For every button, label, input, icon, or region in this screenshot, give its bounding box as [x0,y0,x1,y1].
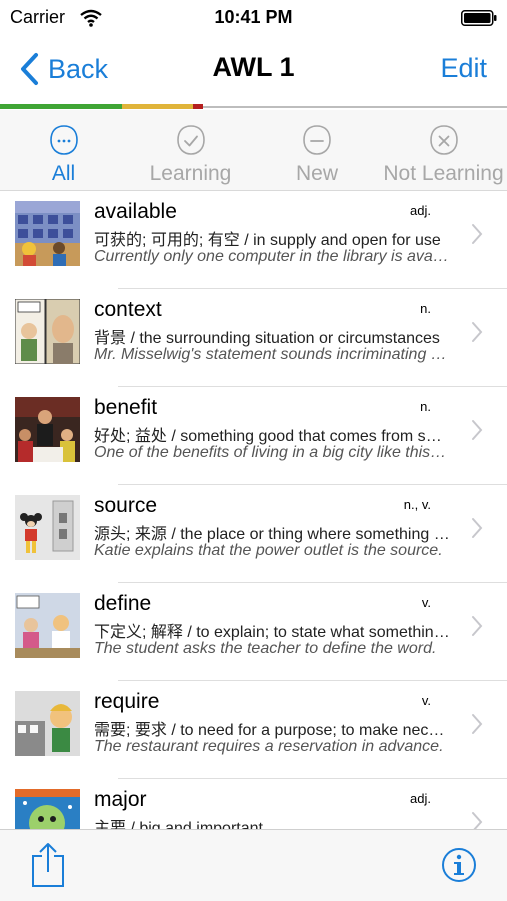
chevron-right-icon [472,714,483,734]
chevron-right-icon [472,812,483,829]
cartoon-restaurant-image [15,691,80,756]
progress-learned-segment [0,104,122,109]
part-of-speech: n., v. [403,497,431,512]
share-icon[interactable] [30,842,66,888]
word-example: Mr. Misselwig's statement sounds incrimi… [94,346,450,363]
chevron-right-icon [472,616,483,636]
bottom-toolbar [0,829,507,901]
progress-bar [0,102,507,110]
filter-tab-label: Learning [149,162,232,185]
part-of-speech: v. [421,693,431,708]
list-item[interactable]: benefit n. 好处; 益处 / something good that … [0,387,507,485]
word-meaning: 好处; 益处 / something good that comes from … [94,428,450,445]
word-meaning: 背景 / the surrounding situation or circum… [94,330,440,347]
word-meaning: 可获的; 可用的; 有空 / in supply and open for us… [94,232,441,249]
word-title: benefit [94,396,158,419]
filter-tab-learning[interactable]: Learning [127,110,254,190]
check-circle-face-icon [176,125,205,155]
word-example: Katie explains that the power outlet is … [94,542,443,559]
neutral-face-icon [49,125,78,155]
info-icon[interactable] [441,847,477,883]
classroom-computers-image [15,201,80,266]
comic-panel-image [15,299,80,364]
word-title: define [94,592,152,615]
filter-tab-all[interactable]: All [0,110,127,190]
chevron-right-icon [472,224,483,244]
filter-tab-not-learning[interactable]: Not Learning [380,110,507,190]
clock: 10:41 PM [214,7,293,27]
progress-not-learning-segment [193,104,203,109]
filter-tab-label: All [51,162,76,185]
list-item[interactable]: require v. 需要; 要求 / to need for a purpos… [0,681,507,779]
part-of-speech: adj. [410,791,431,806]
status-bar: Carrier 10:41 PM [0,0,507,36]
word-example: One of the benefits of living in a big c… [94,444,450,461]
classroom-question-image [15,593,80,658]
battery-icon [461,10,497,26]
word-title: context [94,298,162,321]
progress-learning-segment [122,104,193,109]
word-meaning: 主要 / big and important [94,820,263,829]
restaurant-scene-image [15,397,80,462]
word-example: Currently only one computer in the libra… [94,248,450,265]
word-meaning: 下定义; 解释 / to explain; to state what some… [94,624,450,641]
filter-segmented-control: All Learning New Not Learning [0,110,507,191]
word-example: The student asks the teacher to define t… [94,640,437,657]
word-example: The restaurant requires a reservation in… [94,738,444,755]
filter-tab-new[interactable]: New [254,110,380,190]
part-of-speech: n. [420,301,431,316]
word-meaning: 需要; 要求 / to need for a purpose; to make … [94,722,450,739]
dash-face-icon [303,125,331,155]
part-of-speech: v. [421,595,431,610]
filter-tab-label: Not Learning [383,162,504,185]
word-title: require [94,690,160,713]
page-title: AWL 1 [212,52,295,82]
list-item[interactable]: source n., v. 源头; 来源 / the place or thin… [0,485,507,583]
progress-remaining-track [203,106,507,108]
part-of-speech: adj. [410,203,431,218]
word-meaning: 源头; 来源 / the place or thing where someth… [94,526,450,543]
chevron-right-icon [472,518,483,538]
word-title: source [94,494,158,517]
word-title: available [94,200,177,223]
chevron-right-icon [472,420,483,440]
word-list: available adj. 可获的; 可用的; 有空 / in supply … [0,191,507,829]
part-of-speech: n. [420,399,431,414]
space-illustration-image [15,789,80,829]
list-item[interactable]: major adj. 主要 / big and important [0,779,507,829]
list-item[interactable]: define v. 下定义; 解释 / to explain; to state… [0,583,507,681]
navigation-bar: Back AWL 1 Edit [0,36,507,102]
word-title: major [94,788,147,811]
filter-tab-label: New [295,162,338,185]
list-item[interactable]: available adj. 可获的; 可用的; 有空 / in supply … [0,191,507,289]
list-item[interactable]: context n. 背景 / the surrounding situatio… [0,289,507,387]
edit-button[interactable]: Edit [440,53,487,84]
power-outlet-image [15,495,80,560]
x-circle-face-icon [429,125,458,155]
chevron-right-icon [472,322,483,342]
